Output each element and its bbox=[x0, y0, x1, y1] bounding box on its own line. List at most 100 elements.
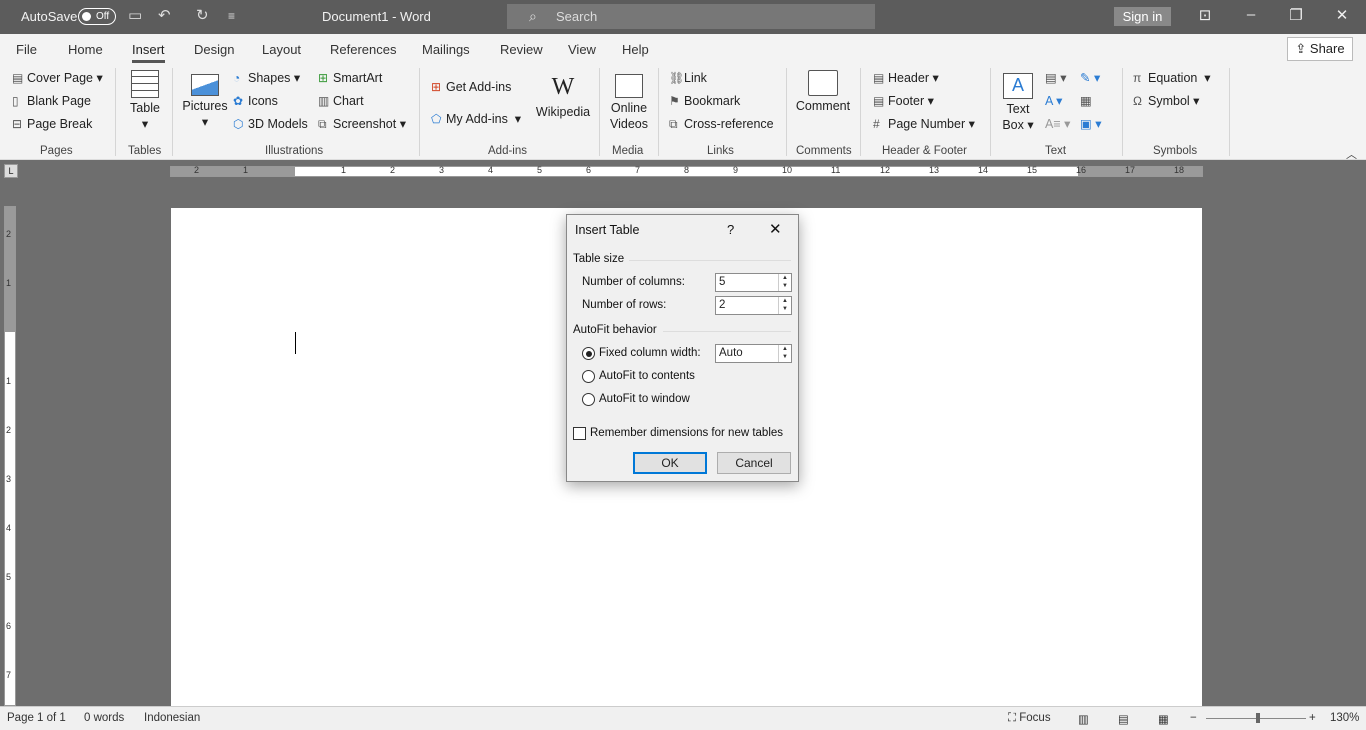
insert-table-dialog: Insert Table ? ✕ Table size Number of co… bbox=[566, 214, 799, 482]
equation-label: Equation bbox=[1148, 71, 1198, 85]
cross-reference-button[interactable]: ⧉ Cross-reference bbox=[669, 116, 774, 132]
undo-icon[interactable]: ↶ bbox=[158, 6, 171, 24]
spin-arrows-icon[interactable]: ▲ ▼ bbox=[778, 274, 791, 291]
bookmark-button[interactable]: ⚑ Bookmark bbox=[669, 93, 740, 109]
quick-parts-icon[interactable]: ▤ ▾ bbox=[1045, 70, 1067, 86]
cover-page-label: Cover Page bbox=[27, 71, 94, 85]
object-icon[interactable]: ▣ ▾ bbox=[1080, 116, 1102, 132]
pictures-button[interactable]: Pictures ▾ bbox=[180, 74, 230, 130]
chart-label: Chart bbox=[333, 94, 364, 108]
columns-value: 5 bbox=[719, 276, 726, 288]
date-time-icon[interactable]: ▦ bbox=[1080, 93, 1092, 109]
restore-icon[interactable]: ❐ bbox=[1286, 6, 1306, 24]
sign-in-button[interactable]: Sign in bbox=[1114, 7, 1171, 26]
blank-page-button[interactable]: ▯ Blank Page bbox=[12, 93, 91, 109]
search-box[interactable]: ⌕ Search bbox=[507, 4, 875, 29]
footer-button[interactable]: ▤ Footer ▾ bbox=[873, 93, 934, 109]
remember-dimensions-checkbox[interactable] bbox=[573, 427, 586, 440]
shapes-button[interactable]: ◔ Shapes ▾ bbox=[233, 70, 300, 86]
dialog-close-icon[interactable]: ✕ bbox=[769, 220, 782, 238]
fixed-width-radio[interactable] bbox=[582, 347, 595, 360]
my-add-ins-button[interactable]: ⬠ My Add-ins ▾ bbox=[431, 111, 521, 127]
screenshot-button[interactable]: ⧉ Screenshot ▾ bbox=[318, 116, 406, 132]
tab-review[interactable]: Review bbox=[500, 42, 543, 57]
page-break-label: Page Break bbox=[27, 117, 93, 131]
icons-icon: ✿ bbox=[233, 94, 244, 108]
columns-spinner[interactable]: 5 ▲ ▼ bbox=[715, 273, 792, 292]
chart-button[interactable]: ▥ Chart bbox=[318, 93, 364, 109]
wordart-icon[interactable]: A ▾ bbox=[1045, 93, 1062, 109]
ruler-number: 7 bbox=[635, 165, 641, 175]
tab-design[interactable]: Design bbox=[194, 42, 234, 57]
zoom-in-icon[interactable]: + bbox=[1309, 712, 1316, 724]
separator bbox=[990, 68, 991, 156]
3d-models-button[interactable]: ⬡ 3D Models bbox=[233, 116, 308, 132]
word-count[interactable]: 0 words bbox=[84, 712, 124, 724]
symbol-button[interactable]: Ω Symbol ▾ bbox=[1133, 93, 1199, 109]
online-videos-button[interactable]: Online Videos bbox=[605, 74, 653, 132]
tab-selector-icon[interactable]: L bbox=[4, 164, 18, 178]
customize-quick-access-icon[interactable]: ≡ bbox=[228, 9, 235, 23]
ruler-number: 16 bbox=[1076, 165, 1087, 175]
smartart-button[interactable]: ⊞ SmartArt bbox=[318, 70, 382, 86]
tab-view[interactable]: View bbox=[568, 42, 596, 57]
fixed-width-spinner[interactable]: Auto ▲ ▼ bbox=[715, 344, 792, 363]
focus-button[interactable]: ⛶ Focus bbox=[1008, 712, 1051, 725]
ok-button[interactable]: OK bbox=[633, 452, 707, 474]
zoom-slider-thumb[interactable] bbox=[1256, 713, 1260, 723]
separator bbox=[1229, 68, 1230, 156]
spin-arrows-icon[interactable]: ▲ ▼ bbox=[778, 345, 791, 362]
language[interactable]: Indonesian bbox=[144, 712, 200, 724]
signature-line-icon[interactable]: ✎ ▾ bbox=[1080, 70, 1100, 86]
separator bbox=[172, 68, 173, 156]
drop-cap-icon[interactable]: A≡ ▾ bbox=[1045, 116, 1070, 132]
ribbon-display-options-icon[interactable]: ⊡ bbox=[1195, 6, 1215, 24]
page-number-button[interactable]: # Page Number ▾ bbox=[873, 116, 975, 132]
wikipedia-button[interactable]: W Wikipedia bbox=[535, 74, 591, 120]
help-button[interactable]: ? bbox=[727, 222, 734, 237]
zoom-out-icon[interactable]: − bbox=[1190, 712, 1197, 724]
tab-help[interactable]: Help bbox=[622, 42, 649, 57]
table-button[interactable]: Table ▾ bbox=[124, 70, 166, 132]
minimize-icon[interactable]: – bbox=[1241, 6, 1261, 23]
rows-spinner[interactable]: 2 ▲ ▼ bbox=[715, 296, 792, 315]
page-number-label: Page Number bbox=[888, 117, 966, 131]
tab-home[interactable]: Home bbox=[68, 42, 103, 57]
spin-arrows-icon[interactable]: ▲ ▼ bbox=[778, 297, 791, 314]
text-box-button[interactable]: A Text Box ▾ bbox=[998, 73, 1038, 133]
comment-button[interactable]: Comment bbox=[793, 70, 853, 114]
header-button[interactable]: ▤ Header ▾ bbox=[873, 70, 939, 86]
page-count[interactable]: Page 1 of 1 bbox=[7, 712, 66, 724]
redo-icon[interactable]: ↻ bbox=[196, 6, 209, 24]
tab-mailings[interactable]: Mailings bbox=[422, 42, 470, 57]
web-layout-icon[interactable]: ▦ bbox=[1158, 712, 1169, 726]
equation-button[interactable]: π Equation ▾ bbox=[1133, 70, 1211, 86]
zoom-level[interactable]: 130% bbox=[1330, 712, 1359, 724]
autofit-window-radio[interactable] bbox=[582, 393, 595, 406]
cancel-button[interactable]: Cancel bbox=[717, 452, 791, 474]
tab-layout[interactable]: Layout bbox=[262, 42, 301, 57]
autosave-toggle[interactable]: Off bbox=[78, 8, 116, 25]
share-button[interactable]: ⇪ Share bbox=[1287, 37, 1353, 61]
horizontal-ruler[interactable]: 2 1 1 2 3 4 5 6 7 8 9 10 11 12 13 14 15 16 17 18 bbox=[170, 165, 1203, 177]
separator bbox=[663, 331, 791, 332]
omega-icon: Ω bbox=[1133, 94, 1142, 108]
fixed-width-label: Fixed column width: bbox=[599, 347, 701, 359]
get-add-ins-button[interactable]: ⊞ Get Add-ins bbox=[431, 79, 511, 95]
table-icon bbox=[131, 70, 159, 98]
cover-page-button[interactable]: ▤ Cover Page ▾ bbox=[12, 70, 103, 86]
link-button[interactable]: ⛓Link bbox=[669, 70, 707, 86]
tab-insert[interactable]: Insert bbox=[132, 42, 165, 63]
vertical-ruler[interactable]: 2 1 1 2 3 4 5 6 7 bbox=[4, 206, 16, 706]
read-mode-icon[interactable]: ▥ bbox=[1078, 712, 1089, 726]
print-layout-icon[interactable]: ▤ bbox=[1118, 712, 1129, 726]
page-break-button[interactable]: ⊟ Page Break bbox=[12, 116, 92, 132]
cross-reference-label: Cross-reference bbox=[684, 117, 774, 131]
icons-button[interactable]: ✿ Icons bbox=[233, 93, 278, 109]
collapse-ribbon-icon[interactable]: ︿ bbox=[1346, 146, 1357, 162]
save-icon[interactable]: ▭ bbox=[128, 6, 142, 24]
tab-references[interactable]: References bbox=[330, 42, 396, 57]
tab-file[interactable]: File bbox=[16, 42, 37, 57]
autofit-contents-radio[interactable] bbox=[582, 370, 595, 383]
close-icon[interactable]: ✕ bbox=[1332, 6, 1352, 24]
